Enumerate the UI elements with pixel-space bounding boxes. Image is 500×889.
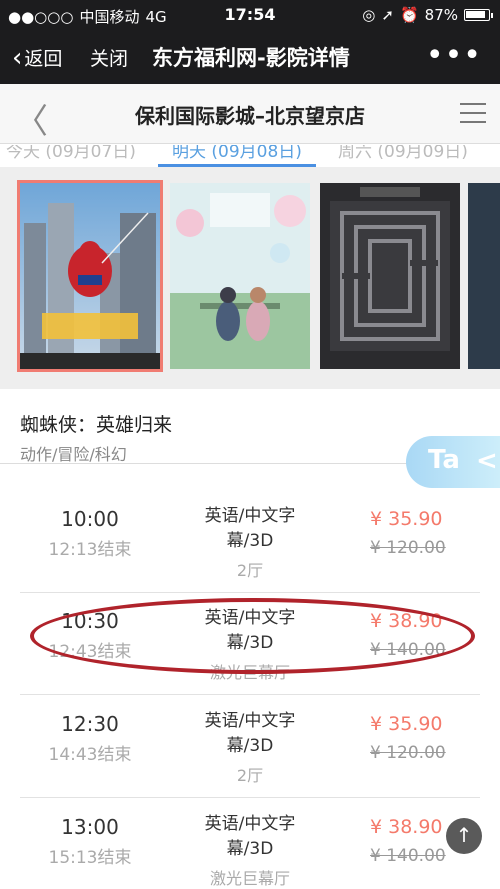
session-language: 英语/中文字 幕/3D [204, 814, 296, 859]
battery-percent: 87% [424, 6, 458, 24]
session-row[interactable]: 10:00 12:13结束 英语/中文字 幕/3D 2厅 ¥ 35.90 ¥ 12… [20, 491, 480, 593]
session-end-time: 14:43结束 [48, 745, 132, 765]
session-original-price: ¥ 140.00 [370, 640, 446, 660]
maze-poster-image [320, 183, 460, 369]
scroll-to-top-button[interactable]: ↑ [446, 818, 482, 854]
poster-black-white-maze[interactable] [320, 183, 460, 369]
session-price: ¥ 35.90 [370, 713, 443, 735]
back-button[interactable]: ‹ 返回 [12, 44, 62, 71]
session-price: ¥ 35.90 [370, 508, 443, 530]
movie-title: 蜘蛛侠：英雄归来 [20, 414, 173, 436]
session-hall: 2厅 [236, 766, 264, 785]
session-row[interactable]: 13:00 15:13结束 英语/中文字 幕/3D 激光巨幕厅 ¥ 38.90 ¥… [20, 799, 480, 889]
session-language: 英语/中文字 幕/3D [204, 711, 296, 756]
session-end-time: 15:13结束 [48, 848, 132, 868]
session-hall: 激光巨幕厅 [209, 663, 290, 682]
movie-genre: 动作/冒险/科幻 [20, 445, 127, 464]
alarm-icon: ⏰ [399, 6, 419, 24]
session-start-time: 13:00 [61, 815, 119, 839]
menu-icon[interactable] [460, 103, 486, 130]
nav-title: 东方福利网-影院详情 [152, 46, 350, 70]
close-button[interactable]: 关闭 [90, 44, 128, 71]
chevron-left-icon: ‹ [12, 42, 23, 73]
tab-date-0[interactable]: 今天 (09月07日) [6, 145, 136, 162]
session-original-price: ¥ 120.00 [370, 538, 446, 558]
session-hall: 激光巨幕厅 [209, 869, 290, 888]
status-right: ◎ ➚ ⏰ 87% [362, 6, 493, 24]
date-tabs: 今天 (09月07日) 明天 (09月08日) 周六 (09月09日) [0, 145, 500, 167]
session-end-time: 12:13结束 [48, 540, 132, 560]
more-button[interactable]: ••• [426, 38, 482, 73]
session-language: 英语/中文字 幕/3D [204, 506, 296, 551]
session-end-time: 12:43结束 [48, 642, 132, 662]
session-original-price: ¥ 140.00 [370, 846, 446, 866]
session-language: 英语/中文字 幕/3D [204, 608, 296, 653]
poster-carousel [0, 167, 500, 389]
next-poster-image [468, 183, 500, 369]
wechat-nav-bar: ‹ 返回 关闭 东方福利网-影院详情 ••• [0, 30, 500, 84]
koe-no-katachi-poster-image [170, 183, 310, 369]
tab-date-1[interactable]: 明天 (09月08日) [172, 145, 302, 162]
session-row[interactable]: 10:30 12:43结束 英语/中文字 幕/3D 激光巨幕厅 ¥ 38.90 ¥… [20, 593, 480, 695]
session-start-time: 10:30 [61, 609, 119, 633]
share-icon: < [476, 446, 498, 476]
rotation-lock-icon: ◎ [362, 6, 376, 24]
tab-date-2[interactable]: 周六 (09月09日) [338, 145, 468, 162]
session-start-time: 10:00 [61, 507, 119, 531]
battery-icon [464, 9, 493, 21]
back-label: 返回 [24, 48, 63, 70]
session-original-price: ¥ 120.00 [370, 743, 446, 763]
poster-next-partial[interactable] [468, 183, 500, 369]
poster-spiderman[interactable] [17, 180, 163, 372]
poster-koe-no-katachi[interactable] [170, 183, 310, 369]
session-price: ¥ 38.90 [370, 610, 443, 632]
session-hall: 2厅 [236, 561, 264, 580]
session-start-time: 12:30 [61, 712, 119, 736]
cinema-title: 保利国际影城–北京望京店 [135, 104, 365, 128]
status-bar: ●●○○○ 中国移动 4G 17:54 ◎ ➚ ⏰ 87% [0, 0, 500, 30]
session-price: ¥ 38.90 [370, 816, 443, 838]
ta-floating-button[interactable]: Ta < [406, 436, 500, 488]
location-icon: ➚ [381, 6, 394, 24]
session-row[interactable]: 12:30 14:43结束 英语/中文字 幕/3D 2厅 ¥ 35.90 ¥ 12… [20, 696, 480, 798]
spiderman-poster-image [20, 183, 160, 369]
ta-label: Ta [428, 445, 460, 475]
page-header: 〈 保利国际影城–北京望京店 [0, 84, 500, 144]
